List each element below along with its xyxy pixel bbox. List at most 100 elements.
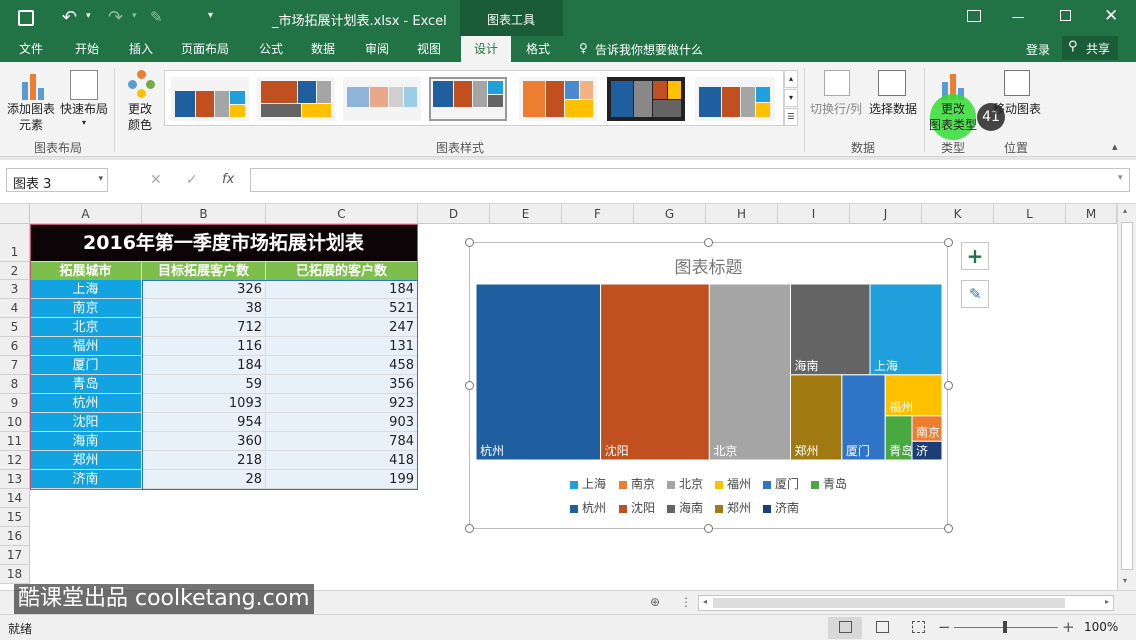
chart-handle-w[interactable] bbox=[465, 381, 474, 390]
undo-dropdown-icon[interactable]: ▾ bbox=[86, 11, 91, 21]
city-cell[interactable]: 海南 bbox=[30, 432, 142, 451]
column-header[interactable]: C bbox=[266, 204, 418, 224]
save-icon[interactable] bbox=[18, 10, 34, 26]
target-cell[interactable]: 218 bbox=[142, 451, 266, 470]
chart-style-5[interactable] bbox=[519, 77, 597, 121]
enter-icon[interactable]: ✓ bbox=[186, 172, 198, 188]
done-cell[interactable]: 247 bbox=[266, 318, 418, 337]
treemap-tile[interactable] bbox=[600, 284, 710, 460]
tell-me-input[interactable]: 告诉我你想要做什么 bbox=[595, 41, 703, 58]
city-cell[interactable]: 福州 bbox=[30, 337, 142, 356]
done-cell[interactable]: 923 bbox=[266, 394, 418, 413]
column-header[interactable]: F bbox=[562, 204, 634, 224]
column-header[interactable]: K bbox=[922, 204, 994, 224]
target-cell[interactable]: 1093 bbox=[142, 394, 266, 413]
legend-entry[interactable]: 北京 bbox=[667, 475, 703, 492]
gallery-more-icon[interactable]: ☰ bbox=[784, 108, 798, 126]
city-cell[interactable]: 杭州 bbox=[30, 394, 142, 413]
zoom-level[interactable]: 100% bbox=[1084, 620, 1118, 634]
select-data-button[interactable]: 选择数据 bbox=[866, 66, 920, 134]
redo-icon[interactable]: ↷ bbox=[108, 7, 123, 28]
target-cell[interactable]: 116 bbox=[142, 337, 266, 356]
treemap-chart[interactable]: 图表标题 杭州 沈阳 北京 海南 上海 郑州 厦门 福州 青岛 南京济 上海 南京 北京 福州 厦门 青岛杭… bbox=[469, 242, 948, 529]
tab-review[interactable]: 审阅 bbox=[354, 36, 400, 62]
chart-style-7[interactable] bbox=[695, 77, 775, 121]
tab-home[interactable]: 开始 bbox=[64, 36, 110, 62]
city-cell[interactable]: 南京 bbox=[30, 299, 142, 318]
switch-row-column-button[interactable]: 切换行/列 bbox=[806, 66, 866, 134]
chart-style-2[interactable] bbox=[257, 77, 335, 121]
insert-function-icon[interactable]: fx bbox=[222, 172, 234, 187]
legend-entry[interactable]: 南京 bbox=[619, 475, 655, 492]
vertical-scrollbar[interactable]: ▴ ▾ bbox=[1117, 204, 1136, 590]
legend-entry[interactable]: 海南 bbox=[667, 499, 703, 516]
name-box[interactable]: 图表 3 ▾ bbox=[6, 168, 108, 192]
legend-entry[interactable]: 郑州 bbox=[715, 499, 751, 516]
select-all-corner[interactable] bbox=[0, 204, 30, 224]
tab-formulas[interactable]: 公式 bbox=[248, 36, 294, 62]
target-cell[interactable]: 326 bbox=[142, 280, 266, 299]
column-header[interactable]: G bbox=[634, 204, 706, 224]
row-header[interactable]: 6 bbox=[0, 337, 30, 356]
column-header[interactable]: L bbox=[994, 204, 1066, 224]
row-header[interactable]: 18 bbox=[0, 565, 30, 584]
legend-entry[interactable]: 福州 bbox=[715, 475, 751, 492]
customize-qat-icon[interactable]: ▾ bbox=[208, 10, 213, 21]
scroll-down-icon[interactable]: ▾ bbox=[1123, 576, 1127, 585]
minimize-icon[interactable] bbox=[1012, 17, 1024, 18]
scroll-right-icon[interactable]: ▸ bbox=[1105, 597, 1109, 606]
chart-handle-s[interactable] bbox=[704, 524, 713, 533]
horizontal-scrollbar[interactable]: ◂ ▸ bbox=[698, 595, 1114, 611]
header-cell[interactable]: 已拓展的客户数 bbox=[266, 262, 418, 281]
formula-input[interactable] bbox=[250, 168, 1130, 192]
city-cell[interactable]: 济南 bbox=[30, 470, 142, 489]
horizontal-scroll-thumb[interactable] bbox=[713, 598, 1065, 608]
normal-view-button[interactable] bbox=[828, 617, 862, 639]
zoom-out-icon[interactable]: − bbox=[938, 618, 951, 636]
more-icon[interactable]: ⋮ bbox=[680, 595, 692, 609]
row-header[interactable]: 16 bbox=[0, 527, 30, 546]
target-cell[interactable]: 59 bbox=[142, 375, 266, 394]
quick-layout-button[interactable]: 快速布局 ▾ bbox=[58, 66, 110, 134]
chart-elements-button[interactable]: + bbox=[961, 242, 989, 270]
treemap-plot[interactable]: 杭州 沈阳 北京 海南 上海郑州 厦门 福州青岛南京济 bbox=[476, 284, 942, 460]
target-cell[interactable]: 28 bbox=[142, 470, 266, 489]
tab-data[interactable]: 数据 bbox=[300, 36, 346, 62]
expand-formula-icon[interactable]: ▾ bbox=[1118, 173, 1123, 183]
scroll-up-icon[interactable]: ▴ bbox=[1123, 206, 1127, 215]
redo-dropdown-icon[interactable]: ▾ bbox=[132, 11, 137, 21]
column-header[interactable]: B bbox=[142, 204, 266, 224]
tab-insert[interactable]: 插入 bbox=[118, 36, 164, 62]
change-chart-type-button[interactable]: 更改 图表类型 bbox=[926, 66, 980, 140]
target-cell[interactable]: 712 bbox=[142, 318, 266, 337]
chart-title[interactable]: 图表标题 bbox=[470, 253, 947, 278]
legend-entry[interactable]: 厦门 bbox=[763, 475, 799, 492]
chart-handle-se[interactable] bbox=[944, 524, 953, 533]
row-header[interactable]: 15 bbox=[0, 508, 30, 527]
row-header[interactable]: 2 bbox=[0, 262, 30, 280]
ribbon-display-icon[interactable] bbox=[967, 10, 981, 22]
sign-in-link[interactable]: 登录 bbox=[1026, 41, 1050, 58]
city-cell[interactable]: 厦门 bbox=[30, 356, 142, 375]
header-cell[interactable]: 目标拓展客户数 bbox=[142, 262, 266, 281]
collapse-ribbon-icon[interactable]: ▴ bbox=[1112, 140, 1118, 153]
change-colors-button[interactable]: 更改 颜色 bbox=[118, 66, 162, 134]
done-cell[interactable]: 184 bbox=[266, 280, 418, 299]
format-painter-icon[interactable]: ✎ bbox=[150, 8, 163, 26]
legend-entry[interactable]: 沈阳 bbox=[619, 499, 655, 516]
row-header[interactable]: 11 bbox=[0, 432, 30, 451]
row-header[interactable]: 17 bbox=[0, 546, 30, 565]
target-cell[interactable]: 38 bbox=[142, 299, 266, 318]
row-header[interactable]: 13 bbox=[0, 470, 30, 489]
tab-page-layout[interactable]: 页面布局 bbox=[174, 36, 236, 62]
done-cell[interactable]: 521 bbox=[266, 299, 418, 318]
tab-file[interactable]: 文件 bbox=[8, 36, 54, 62]
tab-format[interactable]: 格式 bbox=[515, 36, 561, 62]
city-cell[interactable]: 北京 bbox=[30, 318, 142, 337]
legend-entry[interactable]: 青岛 bbox=[811, 475, 847, 492]
target-cell[interactable]: 360 bbox=[142, 432, 266, 451]
target-cell[interactable]: 184 bbox=[142, 356, 266, 375]
header-cell[interactable]: 拓展城市 bbox=[30, 262, 142, 281]
chart-style-1[interactable] bbox=[171, 77, 249, 121]
city-cell[interactable]: 上海 bbox=[30, 280, 142, 299]
